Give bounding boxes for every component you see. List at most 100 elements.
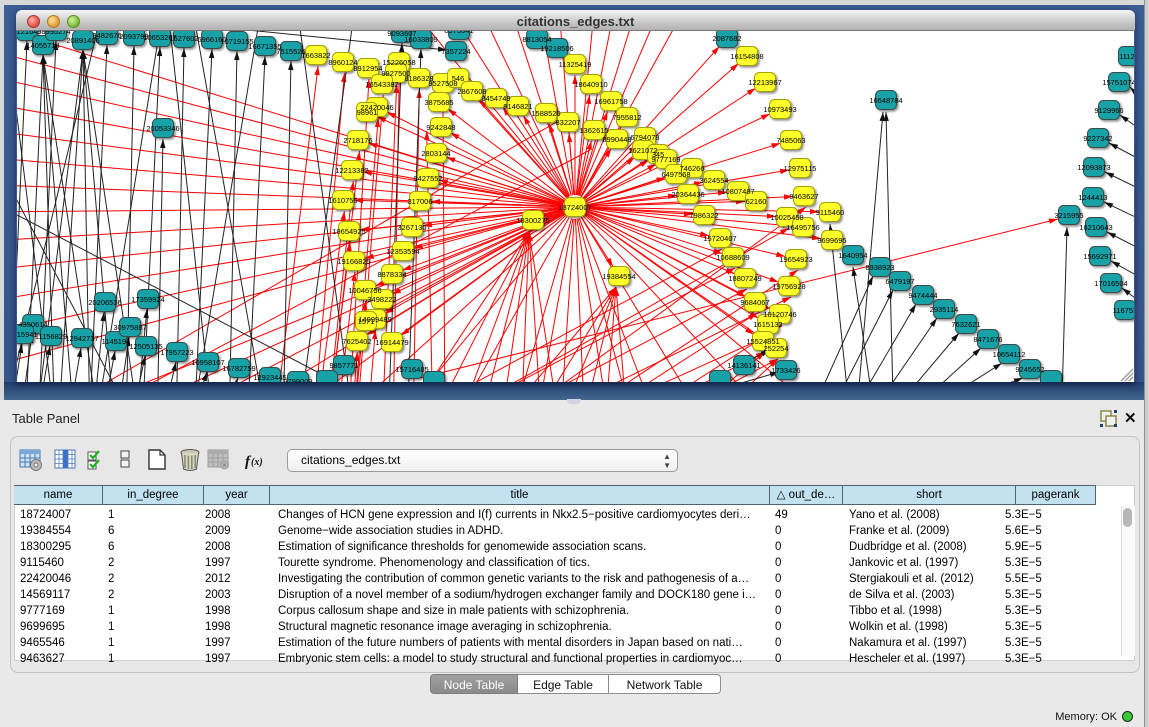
svg-text:11325419: 11325419 <box>559 60 592 69</box>
svg-text:8938923: 8938923 <box>865 263 894 272</box>
svg-text:2718176: 2718176 <box>343 136 372 145</box>
svg-text:7485063: 7485063 <box>776 136 805 145</box>
svg-text:9699695: 9699695 <box>817 236 846 245</box>
svg-text:15692971: 15692971 <box>1083 252 1116 261</box>
svg-text:8990448: 8990448 <box>602 135 631 144</box>
svg-text:12505135: 12505135 <box>129 342 162 351</box>
svg-text:11156829: 11156829 <box>35 332 67 341</box>
svg-text:8878334: 8878334 <box>377 270 406 279</box>
svg-text:6479197: 6479197 <box>885 277 914 286</box>
svg-text:12093873: 12093873 <box>1077 163 1110 172</box>
svg-text:16648784: 16648784 <box>869 96 902 105</box>
svg-text:19756928: 19756928 <box>772 282 805 291</box>
svg-text:12213967: 12213967 <box>748 78 781 87</box>
svg-text:252254: 252254 <box>763 344 788 353</box>
svg-text:11124: 11124 <box>1119 52 1134 61</box>
svg-text:15751074: 15751074 <box>1102 78 1134 87</box>
svg-text:14136141: 14136141 <box>727 361 760 370</box>
svg-text:19654923: 19654923 <box>779 255 812 264</box>
svg-text:9482676: 9482676 <box>92 31 121 40</box>
svg-text:16154808: 16154808 <box>730 52 763 61</box>
svg-text:9245652: 9245652 <box>1015 365 1044 374</box>
svg-text:7357224: 7357224 <box>441 47 470 56</box>
svg-text:1527602: 1527602 <box>169 34 198 43</box>
svg-text:3215955: 3215955 <box>1054 211 1083 220</box>
svg-text:17359924: 17359924 <box>131 295 164 304</box>
svg-text:746266: 746266 <box>679 164 704 173</box>
svg-text:18640910: 18640910 <box>574 80 607 89</box>
svg-text:12353594: 12353594 <box>386 247 419 256</box>
svg-text:2803144: 2803144 <box>421 149 450 158</box>
svg-text:16033809: 16033809 <box>404 35 437 44</box>
svg-text:10958107: 10958107 <box>191 358 224 367</box>
svg-text:15716485: 15716485 <box>395 365 428 374</box>
svg-text:1615132: 1615132 <box>753 320 782 329</box>
svg-text:1588520: 1588520 <box>531 109 560 118</box>
svg-text:18724007: 18724007 <box>558 203 591 212</box>
svg-text:10025458: 10025458 <box>770 213 803 222</box>
svg-text:116753: 116753 <box>1113 306 1134 315</box>
svg-text:(x): (x) <box>251 457 263 468</box>
svg-text:16543382: 16543382 <box>365 80 398 89</box>
svg-text:16961758: 16961758 <box>594 97 627 106</box>
svg-text:16782759: 16782759 <box>222 364 255 373</box>
svg-text:546: 546 <box>452 74 465 83</box>
svg-text:7632621: 7632621 <box>951 320 980 329</box>
svg-text:10654112: 10654112 <box>993 350 1026 359</box>
svg-text:20206536: 20206536 <box>88 298 121 307</box>
svg-text:10807487: 10807487 <box>721 187 754 196</box>
svg-text:2935114: 2935114 <box>930 305 959 314</box>
svg-text:98961: 98961 <box>357 108 378 117</box>
svg-text:7986322: 7986322 <box>689 211 718 220</box>
svg-text:18300275: 18300275 <box>516 216 549 225</box>
svg-text:9857771: 9857771 <box>329 361 358 370</box>
svg-text:12213382: 12213382 <box>335 166 368 175</box>
svg-text:2121649: 2121649 <box>17 31 42 36</box>
svg-text:9684067: 9684067 <box>740 298 769 307</box>
svg-text:9799009: 9799009 <box>283 377 312 382</box>
svg-text:2087682: 2087682 <box>712 34 741 43</box>
svg-text:7625402: 7625402 <box>342 337 371 346</box>
svg-text:14055714: 14055714 <box>26 41 59 50</box>
svg-text:9777169: 9777169 <box>651 155 680 164</box>
svg-text:10046756: 10046756 <box>348 286 381 295</box>
svg-text:9242848: 9242848 <box>426 123 455 132</box>
svg-text:62160: 62160 <box>746 197 767 206</box>
svg-text:1244413: 1244413 <box>1078 193 1107 202</box>
svg-text:3624554: 3624554 <box>699 176 728 185</box>
svg-text:9129966: 9129966 <box>1094 106 1123 115</box>
svg-text:20364436: 20364436 <box>671 190 704 199</box>
svg-text:9146821: 9146821 <box>503 102 532 111</box>
svg-text:19384554: 19384554 <box>602 272 635 281</box>
svg-text:17957223: 17957223 <box>160 348 193 357</box>
svg-text:12942737: 12942737 <box>65 334 98 343</box>
svg-text:20053346: 20053346 <box>146 124 179 133</box>
svg-text:1571: 1571 <box>358 317 375 326</box>
svg-text:9463627: 9463627 <box>789 192 818 201</box>
svg-text:832207: 832207 <box>555 118 580 127</box>
svg-text:9115460: 9115460 <box>816 208 845 217</box>
svg-text:1733426: 1733426 <box>771 366 800 375</box>
svg-text:8427552: 8427552 <box>413 174 442 183</box>
svg-text:7663822: 7663822 <box>301 51 330 60</box>
svg-text:8912954: 8912954 <box>353 64 382 73</box>
svg-text:16495756: 16495756 <box>786 223 819 232</box>
svg-text:9227342: 9227342 <box>1083 134 1112 143</box>
svg-text:1640954: 1640954 <box>838 251 867 260</box>
svg-text:12975115: 12975115 <box>784 164 817 173</box>
svg-text:3875685: 3875685 <box>424 98 453 107</box>
svg-text:12923445: 12923445 <box>253 373 286 382</box>
svg-text:9474444: 9474444 <box>908 291 937 300</box>
svg-text:17016504: 17016504 <box>1094 279 1127 288</box>
svg-text:7955812: 7955812 <box>612 113 641 122</box>
svg-text:19218506: 19218506 <box>540 44 573 53</box>
svg-text:3267130: 3267130 <box>397 223 426 232</box>
svg-text:4350614: 4350614 <box>18 320 47 329</box>
svg-text:16210643: 16210643 <box>1079 223 1112 232</box>
svg-text:15226058: 15226058 <box>382 58 415 67</box>
svg-text:18807249: 18807249 <box>728 274 761 283</box>
svg-text:16914479: 16914479 <box>375 338 408 347</box>
svg-text:10973493: 10973493 <box>763 105 796 114</box>
svg-text:30975887: 30975887 <box>113 323 146 332</box>
svg-text:1145194: 1145194 <box>102 337 131 346</box>
